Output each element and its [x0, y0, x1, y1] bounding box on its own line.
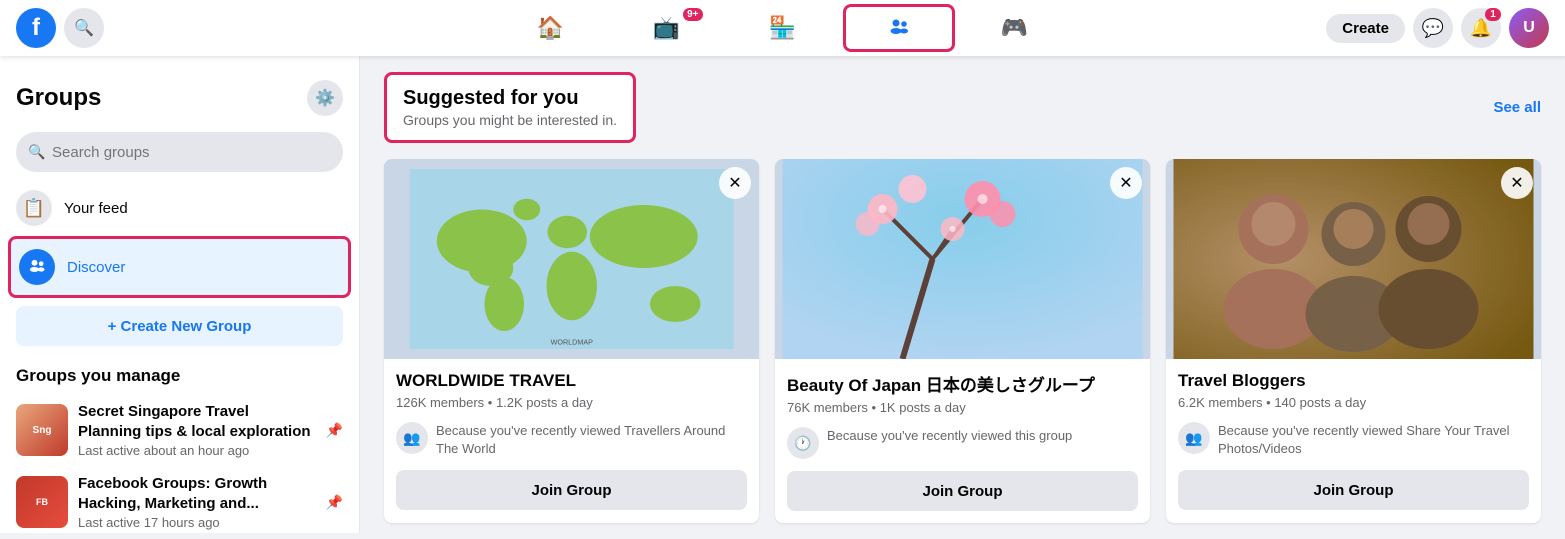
- suggested-section-header: Suggested for you Groups you might be in…: [384, 72, 1541, 143]
- cherry-blossom-svg: [775, 159, 1150, 359]
- group-last-active: Last active 17 hours ago: [78, 515, 316, 530]
- see-all-link[interactable]: See all: [1493, 99, 1541, 116]
- messenger-button[interactable]: 💬: [1413, 8, 1453, 48]
- facebook-logo[interactable]: f: [16, 8, 56, 48]
- list-item[interactable]: Sng Secret Singapore Travel Planning tip…: [8, 394, 351, 466]
- sidebar-item-discover[interactable]: Discover: [8, 236, 351, 298]
- sidebar-item-your-feed[interactable]: 📋 Your feed: [8, 180, 351, 236]
- reason-text: Because you've recently viewed this grou…: [827, 427, 1072, 445]
- your-feed-icon: 📋: [16, 190, 52, 226]
- card-image: [775, 159, 1150, 359]
- card-reason: 👥 Because you've recently viewed Travell…: [396, 422, 747, 458]
- group-card: WORLDMAP ✕ WORLDWIDE TRAVEL 126K members…: [384, 159, 759, 523]
- sidebar-title-row: Groups ⚙️: [8, 72, 351, 124]
- notifications-button[interactable]: 🔔 1: [1461, 8, 1501, 48]
- nav-gaming-button[interactable]: 🎮: [959, 4, 1071, 52]
- card-group-name: WORLDWIDE TRAVEL: [396, 371, 747, 391]
- your-feed-label: Your feed: [64, 200, 128, 217]
- pin-icon: 📌: [326, 494, 343, 511]
- nav-left: f 🔍: [16, 8, 376, 48]
- card-body: Beauty Of Japan 日本の美しさグループ 76K members •…: [775, 359, 1150, 523]
- search-button[interactable]: 🔍: [64, 8, 104, 48]
- sidebar-title-text: Groups: [16, 84, 101, 112]
- card-close-button[interactable]: ✕: [1110, 167, 1142, 199]
- page-layout: Groups ⚙️ 🔍 📋 Your feed Discover + Creat…: [0, 56, 1565, 539]
- card-group-name: Travel Bloggers: [1178, 371, 1529, 391]
- card-image: [1166, 159, 1541, 359]
- group-thumbnail: FB: [16, 476, 68, 528]
- nav-home-button[interactable]: 🏠: [495, 4, 607, 52]
- discover-icon-svg: [27, 257, 47, 277]
- main-content: Suggested for you Groups you might be in…: [360, 56, 1565, 539]
- card-body: WORLDWIDE TRAVEL 126K members • 1.2K pos…: [384, 359, 759, 522]
- card-meta: 6.2K members • 140 posts a day: [1178, 395, 1529, 410]
- card-body: Travel Bloggers 6.2K members • 140 posts…: [1166, 359, 1541, 522]
- search-input-wrap: 🔍: [16, 132, 343, 172]
- card-group-name: Beauty Of Japan 日本の美しさグループ: [787, 371, 1138, 396]
- join-group-button[interactable]: Join Group: [1178, 470, 1529, 510]
- card-close-button[interactable]: ✕: [719, 167, 751, 199]
- suggested-label-box: Suggested for you Groups you might be in…: [384, 72, 636, 143]
- reason-text: Because you've recently viewed Share You…: [1218, 422, 1529, 458]
- travel-bloggers-svg: [1166, 159, 1541, 359]
- top-navigation: f 🔍 🏠 📺 9+ 🏪 🎮 Create 💬 🔔 1 U: [0, 0, 1565, 56]
- group-name: Secret Singapore Travel Planning tips & …: [78, 402, 316, 441]
- nav-center: 🏠 📺 9+ 🏪 🎮: [376, 4, 1189, 52]
- reason-icon: 👥: [1178, 422, 1210, 454]
- join-group-button[interactable]: Join Group: [396, 470, 747, 510]
- discover-label: Discover: [67, 259, 125, 276]
- settings-button[interactable]: ⚙️: [307, 80, 343, 116]
- nav-video-button[interactable]: 📺 9+: [611, 4, 723, 52]
- create-new-group-button[interactable]: + Create New Group: [16, 306, 343, 346]
- nav-right: Create 💬 🔔 1 U: [1189, 8, 1549, 48]
- user-avatar[interactable]: U: [1509, 8, 1549, 48]
- manage-section-title: Groups you manage: [8, 354, 351, 394]
- world-map-svg: WORLDMAP: [403, 169, 741, 349]
- group-cards-row: WORLDMAP ✕ WORLDWIDE TRAVEL 126K members…: [384, 159, 1541, 523]
- pin-icon: 📌: [326, 422, 343, 439]
- group-name: Facebook Groups: Growth Hacking, Marketi…: [78, 474, 316, 513]
- groups-icon: [887, 16, 911, 40]
- suggested-title: Suggested for you: [403, 87, 617, 110]
- search-groups-input[interactable]: [16, 132, 343, 172]
- svg-text:WORLDMAP: WORLDMAP: [550, 338, 593, 347]
- nav-marketplace-button[interactable]: 🏪: [727, 4, 839, 52]
- card-reason: 🕐 Because you've recently viewed this gr…: [787, 427, 1138, 459]
- group-card: ✕ Beauty Of Japan 日本の美しさグループ 76K members…: [775, 159, 1150, 523]
- sidebar: Groups ⚙️ 🔍 📋 Your feed Discover + Creat…: [0, 56, 360, 533]
- group-info: Facebook Groups: Growth Hacking, Marketi…: [78, 474, 316, 530]
- card-reason: 👥 Because you've recently viewed Share Y…: [1178, 422, 1529, 458]
- reason-icon: 👥: [396, 422, 428, 454]
- reason-icon: 🕐: [787, 427, 819, 459]
- card-meta: 76K members • 1K posts a day: [787, 400, 1138, 415]
- card-meta: 126K members • 1.2K posts a day: [396, 395, 747, 410]
- video-badge: 9+: [683, 8, 702, 21]
- nav-groups-button[interactable]: [843, 4, 955, 52]
- card-close-button[interactable]: ✕: [1501, 167, 1533, 199]
- create-button[interactable]: Create: [1326, 14, 1405, 43]
- group-info: Secret Singapore Travel Planning tips & …: [78, 402, 316, 458]
- join-group-button[interactable]: Join Group: [787, 471, 1138, 511]
- list-item[interactable]: FB Facebook Groups: Growth Hacking, Mark…: [8, 466, 351, 533]
- discover-icon: [19, 249, 55, 285]
- group-thumbnail: Sng: [16, 404, 68, 456]
- reason-text: Because you've recently viewed Traveller…: [436, 422, 747, 458]
- group-last-active: Last active about an hour ago: [78, 443, 316, 458]
- notification-badge: 1: [1485, 8, 1501, 21]
- search-icon: 🔍: [28, 144, 45, 161]
- suggested-subtitle: Groups you might be interested in.: [403, 112, 617, 128]
- group-card: ✕ Travel Bloggers 6.2K members • 140 pos…: [1166, 159, 1541, 523]
- card-image: WORLDMAP: [384, 159, 759, 359]
